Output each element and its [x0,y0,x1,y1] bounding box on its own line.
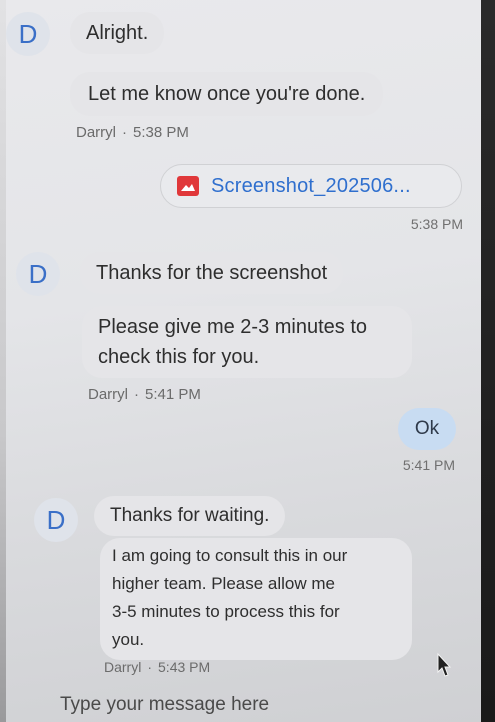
message-meta: Darryl · 5:43 PM [104,659,210,675]
message-bubble: I am going to consult this in our higher… [100,538,412,660]
message-text: Alright. [86,22,149,44]
message-text: Thanks for waiting. [110,505,270,526]
message-bubble: Alright. [70,12,165,54]
attachment-chip[interactable]: Screenshot_202506... [160,164,462,208]
meta-separator: · [122,124,127,141]
message-text: check this for you. [98,346,260,368]
message-text: Thanks for the screenshot [96,262,328,284]
screen-bezel-right [481,0,495,722]
mouse-pointer-icon [437,652,452,677]
avatar[interactable]: D [6,12,50,56]
message-text: I am going to consult this in our [112,546,348,565]
message-text: Let me know once you're done. [88,83,366,105]
attachment-filename[interactable]: Screenshot_202506... [211,175,411,198]
meta-separator: · [147,659,153,675]
avatar[interactable]: D [34,498,78,542]
sender-name: Darryl [104,659,142,675]
sender-name: Darryl [88,386,128,403]
message-bubble: Let me know once you're done. [70,72,384,116]
message-composer[interactable] [60,694,440,722]
message-text: you. [112,630,145,649]
image-icon [177,176,199,196]
message-text: higher team. Please allow me [112,574,336,593]
outgoing-message-bubble: Ok [398,408,456,450]
screen-bezel-left [0,0,6,722]
message-bubble: Thanks for the screenshot [80,252,344,294]
avatar[interactable]: D [16,252,60,296]
message-meta: Darryl · 5:41 PM [88,386,201,403]
message-time: 5:41 PM [402,457,455,473]
message-text: Please give me 2-3 minutes to [98,316,368,338]
message-time: 5:38 PM [133,124,189,141]
message-meta: Darryl · 5:38 PM [76,124,189,141]
sender-name: Darryl [76,124,116,141]
message-input[interactable] [60,694,420,716]
message-time: 5:41 PM [145,386,201,403]
message-bubble: Thanks for waiting. [94,496,286,536]
message-bubble: Please give me 2-3 minutes to check this… [82,306,412,378]
message-text: Ok [414,418,440,439]
meta-separator: · [134,386,139,403]
message-time: 5:43 PM [158,659,211,675]
message-text: 3-5 minutes to process this for [112,602,340,621]
message-time: 5:38 PM [410,216,463,232]
